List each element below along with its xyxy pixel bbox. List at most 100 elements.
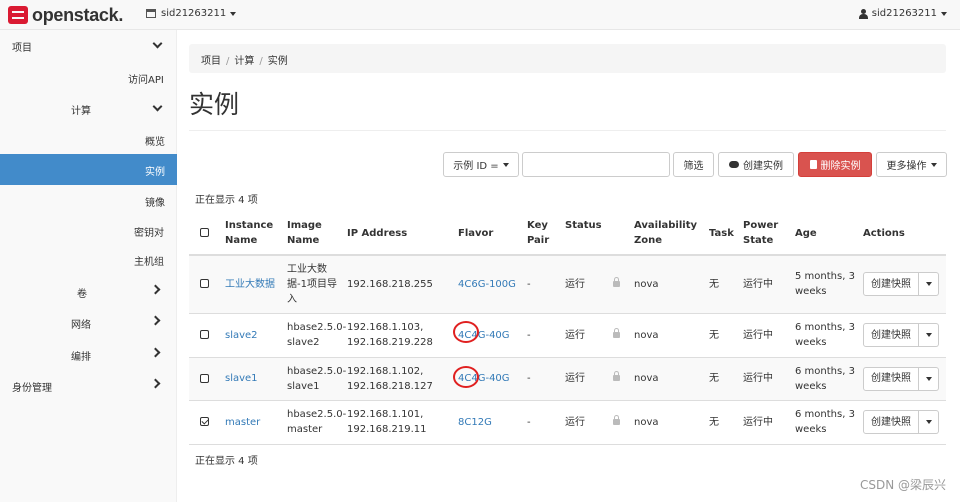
key-pair: - bbox=[525, 400, 563, 445]
sidebar-item-orchestration[interactable]: 编排 bbox=[71, 348, 91, 363]
sidebar-item-compute[interactable]: 计算 bbox=[71, 102, 91, 117]
caret-down-icon bbox=[925, 282, 932, 287]
status: 运行 bbox=[565, 373, 585, 384]
chevron-down-icon[interactable] bbox=[152, 38, 163, 49]
breadcrumb-item[interactable]: 项目 bbox=[201, 56, 221, 67]
row-actions-dropdown[interactable] bbox=[919, 366, 939, 391]
openstack-logo[interactable]: openstack. bbox=[8, 5, 123, 25]
column-header-ip[interactable]: IP Address bbox=[345, 212, 456, 256]
flavor-link[interactable]: 8C12G bbox=[458, 417, 492, 428]
more-actions-dropdown[interactable]: 更多操作 bbox=[876, 152, 947, 177]
unlock-icon bbox=[613, 414, 620, 425]
launch-button-label: 创建实例 bbox=[743, 161, 783, 172]
sidebar-item-instances[interactable]: 实例 bbox=[145, 163, 165, 178]
instance-name-link[interactable]: 工业大数据 bbox=[225, 279, 275, 290]
availability-zone: nova bbox=[632, 400, 707, 445]
column-header-status[interactable]: Status bbox=[563, 218, 632, 248]
user-icon bbox=[858, 8, 868, 19]
age: 6 months, 3 weeks bbox=[793, 400, 861, 445]
row-checkbox[interactable] bbox=[200, 373, 209, 383]
column-header-name[interactable]: Instance Name bbox=[223, 212, 285, 256]
sidebar-item-label: 卷 bbox=[77, 289, 87, 300]
sidebar-item-label: 实例 bbox=[145, 167, 165, 178]
chevron-down-icon[interactable] bbox=[152, 101, 163, 112]
row-actions-dropdown[interactable] bbox=[919, 323, 939, 347]
column-header-task[interactable]: Task bbox=[707, 212, 741, 256]
sidebar-item-label: 访问API bbox=[128, 75, 164, 86]
filter-input[interactable] bbox=[522, 152, 670, 177]
sidebar-item-network[interactable]: 网络 bbox=[71, 316, 91, 331]
status: 运行 bbox=[565, 278, 585, 290]
column-header-flavor[interactable]: Flavor bbox=[456, 212, 525, 256]
instance-name-link[interactable]: slave1 bbox=[225, 373, 258, 384]
sidebar-item-images[interactable]: 镜像 bbox=[145, 194, 165, 209]
create-snapshot-button[interactable]: 创建快照 bbox=[863, 323, 919, 347]
project-icon bbox=[146, 9, 156, 18]
project-name: sid21263211 bbox=[161, 8, 227, 19]
key-pair: - bbox=[525, 255, 563, 314]
image-name: hbase2.5.0-master bbox=[285, 400, 346, 445]
row-actions-dropdown[interactable] bbox=[919, 410, 939, 434]
sidebar-item-server-groups[interactable]: 主机组 bbox=[134, 253, 164, 268]
key-pair: - bbox=[525, 357, 563, 401]
sidebar-item-identity[interactable]: 身份管理 bbox=[12, 379, 52, 394]
create-snapshot-button[interactable]: 创建快照 bbox=[863, 272, 919, 297]
delete-button-label: 删除实例 bbox=[820, 161, 861, 172]
ip-address: 192.168.1.101, 192.168.219.11 bbox=[345, 400, 456, 445]
create-snapshot-button[interactable]: 创建快照 bbox=[863, 366, 919, 391]
row-checkbox-checked[interactable] bbox=[200, 417, 209, 426]
table-row: 工业大数据 工业大数据-1项目导入 192.168.218.255 4C6G-1… bbox=[189, 255, 946, 314]
filter-field-dropdown[interactable]: 示例 ID = bbox=[443, 152, 519, 177]
more-actions-label: 更多操作 bbox=[886, 161, 927, 172]
status: 运行 bbox=[565, 416, 585, 428]
caret-down-icon bbox=[925, 376, 932, 381]
unlock-icon bbox=[613, 327, 620, 338]
select-all-checkbox[interactable] bbox=[200, 228, 209, 237]
age: 5 months, 3 weeks bbox=[793, 255, 861, 314]
row-checkbox[interactable] bbox=[200, 279, 209, 289]
filter-button-label: 筛选 bbox=[683, 161, 704, 172]
cloud-upload-icon bbox=[729, 161, 739, 168]
breadcrumb-item-current: 实例 bbox=[267, 56, 288, 67]
launch-instance-button[interactable]: 创建实例 bbox=[718, 152, 794, 177]
sidebar-item-key-pairs[interactable]: 密钥对 bbox=[134, 224, 164, 239]
sidebar-item-project[interactable]: 项目 bbox=[12, 39, 32, 54]
image-name: 工业大数据-1项目导入 bbox=[285, 255, 345, 314]
sidebar-item-api-access[interactable]: 访问API bbox=[128, 71, 164, 86]
column-header-power[interactable]: Power State bbox=[741, 212, 793, 256]
user-dropdown[interactable]: sid21263211 bbox=[858, 8, 947, 19]
instance-name-link[interactable]: master bbox=[225, 417, 260, 428]
column-header-key-pair[interactable]: Key Pair bbox=[525, 212, 563, 256]
row-actions: 创建快照 bbox=[863, 410, 939, 434]
user-name: sid21263211 bbox=[871, 8, 937, 19]
chevron-right-icon[interactable] bbox=[150, 315, 161, 326]
column-header-zone[interactable]: Availability Zone bbox=[632, 218, 707, 248]
status: 运行 bbox=[565, 329, 585, 341]
sidebar-item-overview[interactable]: 概览 bbox=[145, 133, 165, 148]
caret-down-icon bbox=[930, 162, 937, 167]
row-actions: 创建快照 bbox=[863, 366, 939, 391]
project-dropdown[interactable]: sid21263211 bbox=[146, 8, 237, 19]
column-header-age[interactable]: Age bbox=[793, 212, 861, 256]
top-navbar: openstack. sid21263211 sid21263211 bbox=[0, 0, 960, 30]
filter-button[interactable]: 筛选 bbox=[673, 152, 714, 177]
title-divider bbox=[189, 130, 946, 131]
instance-name-link[interactable]: slave2 bbox=[225, 330, 258, 341]
sidebar-item-volumes[interactable]: 卷 bbox=[77, 285, 87, 300]
row-checkbox[interactable] bbox=[200, 330, 209, 339]
breadcrumb-item[interactable]: 计算 bbox=[234, 56, 254, 67]
table-row: slave2 hbase2.5.0-slave2 192.168.1.103, … bbox=[189, 313, 946, 358]
chevron-right-icon[interactable] bbox=[150, 284, 161, 295]
delete-instances-button[interactable]: 删除实例 bbox=[798, 152, 872, 177]
chevron-right-icon[interactable] bbox=[150, 378, 161, 389]
flavor-link[interactable]: 4C6G-100G bbox=[458, 279, 516, 290]
chevron-right-icon[interactable] bbox=[150, 347, 161, 358]
sidebar: 项目 访问API 计算 概览 实例 镜像 密钥对 主机组 卷 网络 编排 身份管… bbox=[0, 30, 177, 502]
sidebar-item-label: 镜像 bbox=[145, 198, 165, 209]
row-actions: 创建快照 bbox=[863, 272, 939, 297]
create-snapshot-button[interactable]: 创建快照 bbox=[863, 410, 919, 434]
column-header-image[interactable]: Image Name bbox=[285, 212, 345, 256]
sidebar-item-label: 身份管理 bbox=[12, 383, 52, 394]
sidebar-item-label: 网络 bbox=[71, 320, 91, 331]
row-actions-dropdown[interactable] bbox=[919, 272, 939, 297]
